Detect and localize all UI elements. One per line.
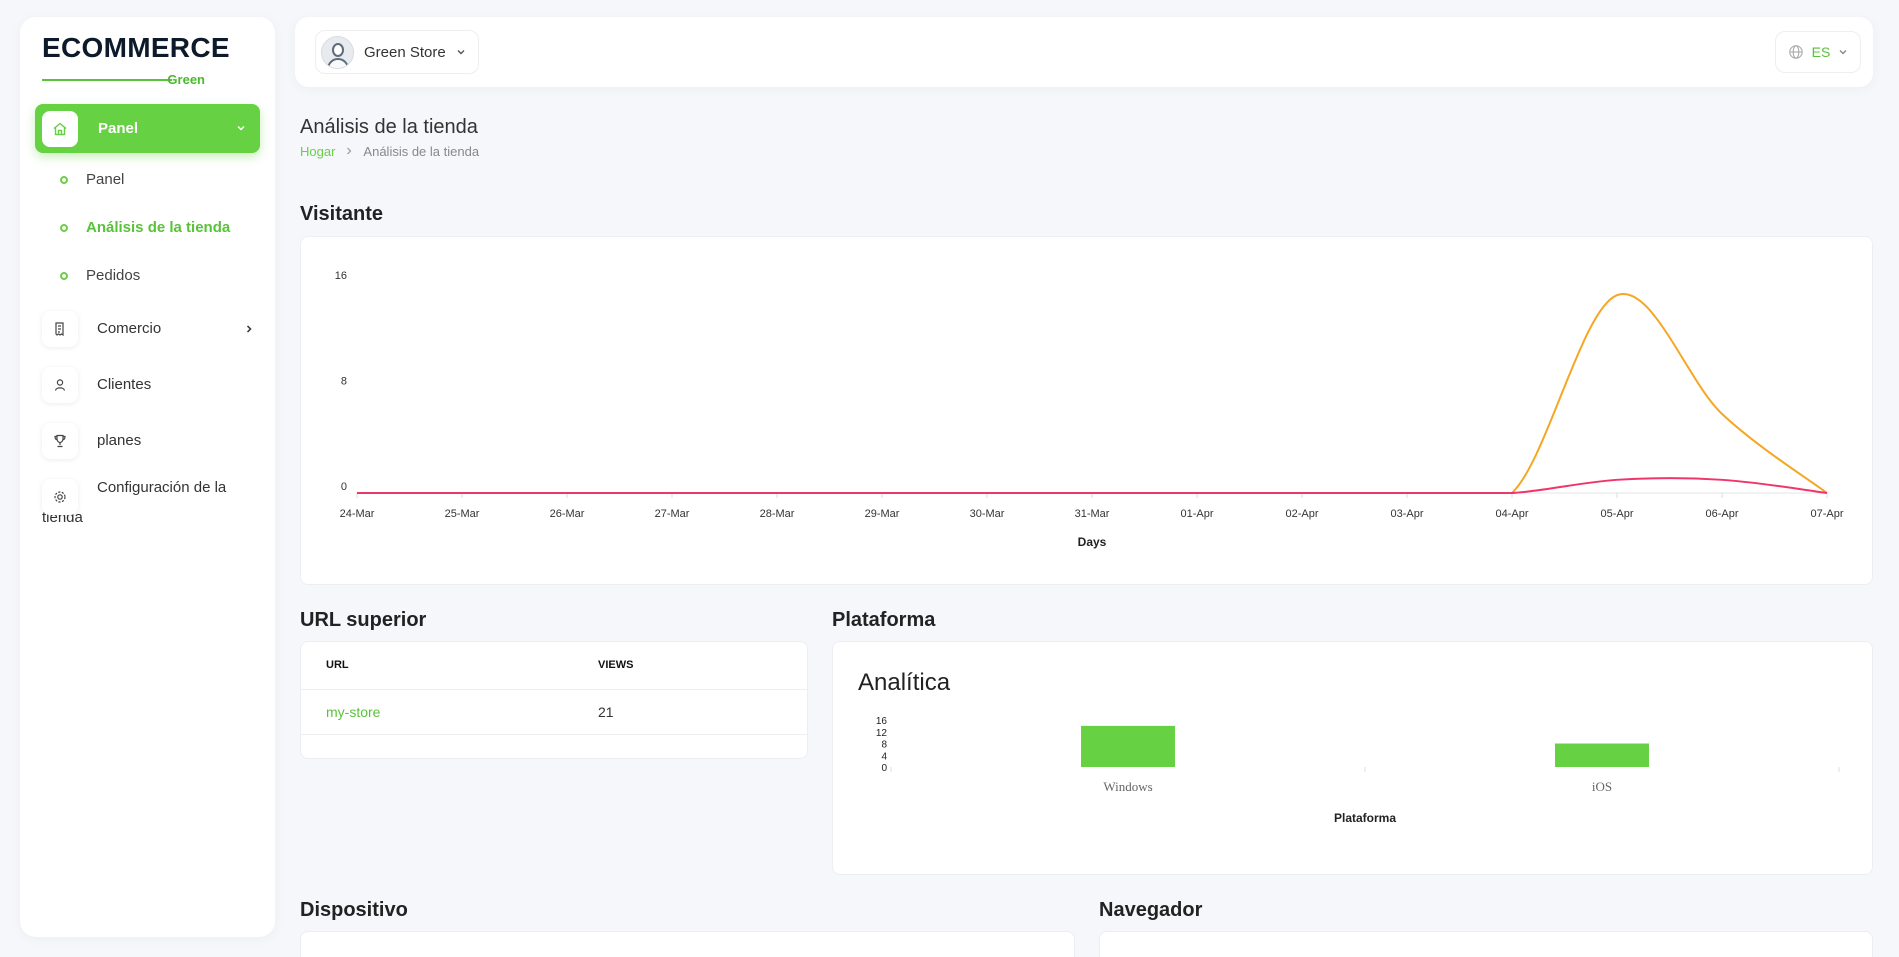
x-tick-label: 26-Mar [550, 508, 585, 520]
sidebar-item-label: Panel [98, 120, 139, 137]
chart-title: Analítica [858, 669, 951, 696]
platform-bar-chart: Analítica 0481216 Windows iOS Plataforma [858, 669, 1840, 825]
submenu-label: Análisis de la tienda [86, 219, 231, 236]
browser-card [1099, 931, 1873, 957]
x-tick-label: 30-Mar [970, 508, 1005, 520]
x-tick-label: 04-Apr [1495, 508, 1528, 520]
chevron-down-icon [1839, 50, 1847, 55]
sidebar-item-customers[interactable]: Clientes [42, 367, 260, 403]
url-link[interactable]: my-store [301, 689, 573, 735]
y-tick-label: 16 [335, 270, 347, 282]
brand-logo[interactable]: ECOMMERCE Green [42, 32, 230, 88]
table-row: my-store 21 [301, 689, 807, 735]
sidebar-item-panel[interactable]: Panel [35, 104, 260, 153]
logo-underline [42, 79, 172, 81]
table-header-row: URL VIEWS [301, 642, 807, 690]
x-tick-label: 29-Mar [865, 508, 900, 520]
views-count: 21 [573, 689, 807, 735]
page-title: Análisis de la tienda [300, 116, 478, 138]
sidebar-item-commerce[interactable]: Comercio [42, 311, 260, 347]
x-tick-label: 01-Apr [1180, 508, 1213, 520]
visitors-title: Visitante [300, 203, 383, 225]
store-selector[interactable]: Green Store [315, 30, 479, 74]
sidebar: ECOMMERCE Green Panel Panel Análisis de … [20, 17, 275, 937]
chevron-right-icon [244, 322, 254, 337]
breadcrumb: Hogar Análisis de la tienda [300, 144, 479, 159]
series-line-2 [356, 477, 1828, 494]
bullet-icon [60, 175, 68, 184]
y-tick-label: 12 [876, 728, 888, 739]
submenu-label: Pedidos [86, 267, 141, 284]
x-tick-label: 03-Apr [1390, 508, 1423, 520]
x-axis-title: Plataforma [1334, 811, 1396, 825]
y-tick-label: 0 [341, 481, 347, 493]
platform-card: Analítica 0 4 8 12 16 Windows iOS Plataforma [832, 641, 1873, 875]
store-name: Green Store [364, 43, 446, 61]
x-tick-label: 02-Apr [1285, 508, 1318, 520]
chevron-right-icon [345, 146, 353, 158]
x-tick-label: 05-Apr [1600, 508, 1633, 520]
y-tick-label: 8 [881, 740, 887, 751]
device-card [300, 931, 1075, 957]
brand-sub: Green [167, 72, 205, 87]
x-tick-label: Windows [1103, 779, 1152, 794]
chevron-down-icon [236, 122, 246, 136]
visitors-line-chart: 0 8 16 24-Mar 25-Mar 26-Mar 27-Mar 28-Mar 29-Mar… [335, 270, 1844, 549]
platform-title: Plataforma [832, 609, 936, 631]
x-tick-label: 06-Apr [1705, 508, 1738, 520]
submenu-item-panel[interactable]: Panel [60, 171, 124, 188]
bar-ios [1555, 743, 1649, 767]
submenu-item-store-analysis[interactable]: Análisis de la tienda [60, 219, 230, 236]
x-tick-label: 28-Mar [760, 508, 795, 520]
language-code: ES [1811, 44, 1831, 60]
home-icon [42, 110, 78, 147]
sidebar-item-label: Comercio [97, 320, 162, 337]
browser-title: Navegador [1099, 899, 1203, 921]
breadcrumb-current: Análisis de la tienda [363, 144, 480, 159]
sidebar-item-label: Clientes [97, 376, 152, 393]
column-header-views: VIEWS [573, 642, 807, 690]
submenu-label: Panel [86, 171, 125, 188]
sidebar-item-store-settings[interactable]: Configuración de la tienda [42, 479, 267, 533]
column-header-url: URL [301, 642, 573, 690]
globe-icon [1788, 45, 1803, 59]
gear-icon [42, 479, 78, 515]
bullet-icon [60, 223, 68, 232]
receipt-icon [42, 311, 78, 347]
x-tick-label: 25-Mar [445, 508, 480, 520]
chevron-down-icon [457, 50, 465, 55]
sidebar-item-label: planes [97, 432, 142, 449]
visitors-card: 0 8 16 24-Mar 25-Mar 26-Mar 27-Mar 28-Mar 29-Mar… [300, 236, 1873, 585]
x-tick-label: 27-Mar [655, 508, 690, 520]
y-tick-label: 0 [881, 763, 887, 774]
x-tick-label: 07-Apr [1810, 508, 1843, 520]
bullet-icon [60, 271, 68, 280]
x-tick-label: 31-Mar [1075, 508, 1110, 520]
submenu-item-orders[interactable]: Pedidos [60, 267, 140, 284]
sidebar-item-plans[interactable]: planes [42, 423, 260, 459]
top-url-table: URL VIEWS my-store 21 [301, 642, 807, 735]
series-line-1 [356, 293, 1828, 494]
avatar [321, 35, 354, 69]
x-tick-label: 24-Mar [340, 508, 375, 520]
y-tick-label: 8 [341, 376, 347, 388]
top-url-title: URL superior [300, 609, 427, 631]
x-axis-title: Days [1078, 535, 1107, 549]
top-url-card: URL VIEWS my-store 21 [300, 641, 808, 759]
trophy-icon [42, 423, 78, 459]
y-tick-label: 4 [881, 751, 887, 762]
language-selector[interactable]: ES [1775, 31, 1861, 73]
bar-windows [1081, 725, 1175, 767]
topbar: Green Store ES [295, 17, 1873, 87]
device-title: Dispositivo [300, 899, 408, 921]
brand-name: ECOMMERCE [42, 32, 230, 63]
y-tick-label: 16 [876, 716, 888, 727]
x-tick-label: iOS [1592, 779, 1612, 794]
breadcrumb-home-link[interactable]: Hogar [300, 144, 335, 159]
user-icon [42, 367, 78, 403]
